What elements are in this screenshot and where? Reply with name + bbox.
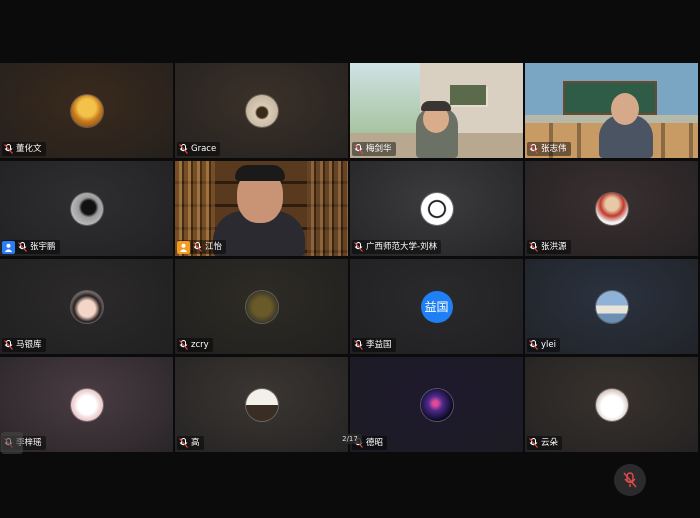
participant-label: ylei	[527, 338, 560, 352]
participant-name: 云朵	[541, 438, 559, 448]
participant-tile[interactable]: Grace	[175, 63, 348, 158]
participant-tile[interactable]: 江怡	[175, 161, 348, 256]
participant-label: 高	[177, 436, 204, 450]
participant-tile[interactable]: 张洪源	[525, 161, 698, 256]
participant-label: 张宇鹏	[2, 240, 60, 254]
participant-tile[interactable]: 梅剑华	[350, 63, 523, 158]
video-grid: 董化文 Grace 梅剑华 张志伟张宇鹏 江怡 广西师范大学-刘林 张洪源马银库 zcry 益国…	[0, 63, 700, 455]
mic-muted-icon	[4, 144, 13, 154]
participant-label: zcry	[177, 338, 213, 352]
letter-avatar: 益国	[420, 290, 453, 323]
mic-muted-icon	[529, 144, 538, 154]
mic-muted-icon	[529, 438, 538, 448]
page-indicator: 2/17	[338, 434, 362, 444]
participant-name: ylei	[541, 340, 556, 350]
participant-name: 江怡	[205, 242, 223, 252]
avatar	[420, 192, 453, 225]
mic-muted-icon	[4, 340, 13, 350]
participant-label: 董化文	[2, 142, 46, 156]
avatar	[245, 94, 278, 127]
person-icon	[177, 240, 190, 254]
participant-tile[interactable]: zcry	[175, 259, 348, 354]
mic-muted-icon	[179, 438, 188, 448]
avatar	[595, 290, 628, 323]
participant-name: 张宇鹏	[30, 242, 56, 252]
participant-label: 张洪源	[527, 240, 571, 254]
participant-label: 云朵	[527, 436, 563, 450]
avatar	[70, 290, 103, 323]
avatar	[595, 192, 628, 225]
participant-label: 梅剑华	[352, 142, 396, 156]
participant-name: 董化文	[16, 144, 42, 154]
mic-muted-icon	[193, 242, 202, 252]
mic-muted-icon	[354, 242, 363, 252]
avatar	[70, 94, 103, 127]
participant-label: Grace	[177, 142, 221, 156]
participant-name: 李益国	[366, 340, 392, 350]
person-icon	[2, 240, 15, 254]
participant-name: 广西师范大学-刘林	[366, 242, 438, 252]
mic-muted-icon	[179, 144, 188, 154]
mic-off-icon[interactable]	[614, 464, 646, 496]
participant-tile[interactable]: 张志伟	[525, 63, 698, 158]
participant-label: 马银库	[2, 338, 46, 352]
mic-muted-icon	[354, 144, 363, 154]
participant-name: 张洪源	[541, 242, 567, 252]
mic-muted-icon	[18, 242, 27, 252]
mic-muted-icon	[529, 242, 538, 252]
participant-tile[interactable]: 马银库	[0, 259, 173, 354]
participant-tile[interactable]: 董化文	[0, 63, 173, 158]
toolbar-toggle-button[interactable]	[1, 432, 23, 454]
avatar	[70, 388, 103, 421]
participant-tile[interactable]: 益国李益国	[350, 259, 523, 354]
participant-tile[interactable]: 德昭	[350, 357, 523, 452]
participant-label: 李益国	[352, 338, 396, 352]
participant-tile[interactable]: 高	[175, 357, 348, 452]
participant-label: 广西师范大学-刘林	[352, 240, 442, 254]
participant-name: 张志伟	[541, 144, 567, 154]
participant-name: zcry	[191, 340, 209, 350]
participant-tile[interactable]: 云朵	[525, 357, 698, 452]
participant-label: 张志伟	[527, 142, 571, 156]
avatar	[70, 192, 103, 225]
avatar	[595, 388, 628, 421]
mic-muted-icon	[354, 340, 363, 350]
participant-tile[interactable]: ylei	[525, 259, 698, 354]
participant-name: 德昭	[366, 438, 384, 448]
participant-name: 马银库	[16, 340, 42, 350]
avatar	[245, 388, 278, 421]
avatar	[420, 388, 453, 421]
mic-muted-icon	[179, 340, 188, 350]
participant-tile[interactable]: 广西师范大学-刘林	[350, 161, 523, 256]
participant-tile[interactable]: 张宇鹏	[0, 161, 173, 256]
participant-name: 梅剑华	[366, 144, 392, 154]
participant-label: 江怡	[177, 240, 227, 254]
avatar	[245, 290, 278, 323]
participant-name: 高	[191, 438, 200, 448]
participant-name: Grace	[191, 144, 217, 154]
mic-muted-icon	[529, 340, 538, 350]
participant-tile[interactable]: 李梓瑶	[0, 357, 173, 452]
